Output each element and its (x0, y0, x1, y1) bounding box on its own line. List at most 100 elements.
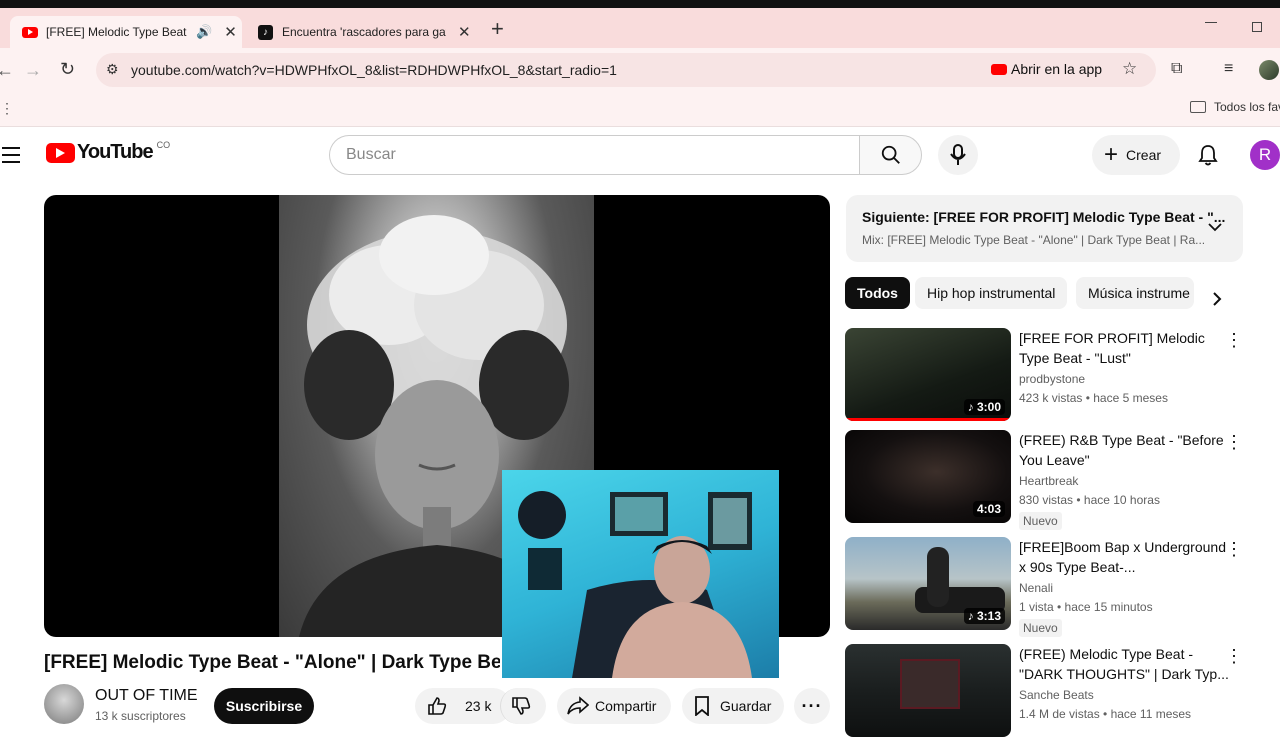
plus-icon: + (1104, 141, 1119, 168)
youtube-icon (22, 26, 38, 38)
chevron-down-icon[interactable] (1208, 219, 1222, 237)
address-bar[interactable]: ⚙ youtube.com/watch?v=HDWPHfxOL_8&list=R… (96, 53, 1156, 87)
share-button[interactable]: Compartir (557, 688, 671, 724)
recommendation-item[interactable]: 4:03 (FREE) R&B Type Beat - "Before You … (845, 430, 1245, 530)
recommendation-item[interactable]: ♪ 3:13 [FREE]Boom Bap x Underground x 90… (845, 537, 1245, 637)
tab-youtube[interactable]: [FREE] Melodic Type Beat - 🔊 ✕ (10, 16, 242, 48)
youtube-icon (991, 63, 1007, 75)
bookmark-star-icon[interactable]: ☆ (1122, 59, 1137, 79)
voice-search-button[interactable] (938, 135, 978, 175)
more-vertical-icon[interactable]: ⋮ (1225, 646, 1243, 667)
subscribe-button[interactable]: Suscribirse (214, 688, 314, 724)
speaker-icon[interactable]: 🔊 (196, 24, 212, 40)
window-top-edge (0, 0, 1280, 8)
hamburger-menu-icon[interactable] (2, 147, 20, 163)
new-badge: Nuevo (1019, 619, 1062, 637)
folder-icon (1190, 101, 1206, 113)
close-tab-icon[interactable]: ✕ (224, 23, 237, 41)
recommendation-meta: 423 k vistas • hace 5 meses (1019, 391, 1168, 405)
bookmarks-folder[interactable]: Todos los fav (1190, 100, 1280, 114)
share-icon (567, 696, 589, 715)
chevron-right-icon[interactable] (1212, 291, 1222, 312)
url-text[interactable]: youtube.com/watch?v=HDWPHfxOL_8&list=RDH… (131, 62, 617, 78)
channel-name[interactable]: OUT OF TIME (95, 687, 198, 705)
new-tab-button[interactable]: + (491, 16, 504, 42)
recommendation-item[interactable]: (FREE) Melodic Type Beat - "DARK THOUGHT… (845, 644, 1245, 744)
site-settings-icon[interactable]: ⚙ (106, 61, 119, 78)
chip-label: Todos (857, 285, 898, 301)
save-label: Guardar (720, 698, 772, 714)
recommendation-channel[interactable]: Sanche Beats (1019, 688, 1094, 702)
tiktok-icon: ♪ (258, 24, 273, 40)
recommendation-title[interactable]: (FREE) Melodic Type Beat - "DARK THOUGHT… (1019, 644, 1229, 684)
create-button[interactable]: + Crear (1092, 135, 1180, 175)
video-thumbnail[interactable] (845, 644, 1011, 737)
open-in-app-button[interactable]: Abrir en la app (991, 61, 1102, 77)
recommendation-title[interactable]: [FREE FOR PROFIT] Melodic Type Beat - "L… (1019, 328, 1229, 368)
media-control-icon[interactable]: ≡ (1224, 60, 1233, 78)
recommendation-title[interactable]: (FREE) R&B Type Beat - "Before You Leave… (1019, 430, 1229, 470)
recommendation-item[interactable]: ♪ 3:00 [FREE FOR PROFIT] Melodic Type Be… (845, 328, 1245, 428)
dislike-button[interactable] (500, 688, 546, 724)
chip-musica-instrumental[interactable]: Música instrume (1076, 277, 1194, 309)
more-actions-button[interactable]: ··· (794, 688, 830, 724)
forward-icon[interactable]: → (24, 60, 42, 81)
duration-badge: 4:03 (972, 501, 1005, 517)
notifications-bell-icon[interactable] (1196, 143, 1220, 167)
video-title: [FREE] Melodic Type Beat - "Alone" | Dar… (44, 652, 500, 673)
recommendation-channel[interactable]: Nenali (1019, 581, 1053, 595)
youtube-logo[interactable]: YouTube CO (46, 139, 171, 164)
bookmarks-bar: ⋮ Todos los fav (0, 92, 1280, 127)
create-label: Crear (1126, 147, 1162, 163)
restore-icon[interactable] (1252, 22, 1262, 32)
search-button[interactable] (859, 135, 922, 175)
chip-todos[interactable]: Todos (845, 277, 910, 309)
webcam-overlay (502, 470, 779, 678)
search-input[interactable]: Buscar (329, 135, 860, 175)
channel-avatar[interactable] (44, 684, 84, 724)
chip-label: Hip hop instrumental (927, 285, 1056, 301)
thumbs-up-icon (428, 697, 447, 715)
video-thumbnail[interactable]: ♪ 3:13 (845, 537, 1011, 630)
apps-icon[interactable]: ⋮ (0, 100, 14, 117)
webcam-scene (518, 491, 752, 678)
recommendation-channel[interactable]: Heartbreak (1019, 474, 1078, 488)
more-vertical-icon[interactable]: ⋮ (1225, 330, 1243, 351)
next-up-title: Siguiente: [FREE FOR PROFIT] Melodic Typ… (862, 209, 1226, 225)
more-vertical-icon[interactable]: ⋮ (1225, 539, 1243, 560)
duration-badge: ♪ 3:13 (963, 608, 1005, 624)
more-horizontal-icon: ··· (801, 695, 823, 716)
avatar-letter: R (1258, 145, 1272, 164)
recommendation-meta: 830 vistas • hace 10 horas (1019, 493, 1160, 507)
bookmarks-folder-label: Todos los fav (1214, 100, 1280, 114)
tab-tiktok[interactable]: ♪ Encuentra 'rascadores para gat ✕ (250, 16, 482, 48)
country-code: CO (156, 139, 171, 150)
share-label: Compartir (595, 698, 657, 714)
profile-avatar-icon[interactable] (1259, 60, 1279, 80)
account-avatar[interactable]: R (1250, 140, 1280, 170)
recommendation-channel[interactable]: prodbystone (1019, 372, 1085, 386)
open-in-app-label: Abrir en la app (1011, 61, 1103, 77)
extensions-icon[interactable]: ⧉ (1171, 60, 1182, 78)
subscriber-count: 13 k suscriptores (95, 709, 186, 723)
chip-hip-hop-instrumental[interactable]: Hip hop instrumental (915, 277, 1068, 309)
close-tab-icon[interactable]: ✕ (458, 23, 471, 41)
next-up-panel[interactable]: Siguiente: [FREE FOR PROFIT] Melodic Typ… (846, 195, 1243, 262)
video-thumbnail[interactable]: 4:03 (845, 430, 1011, 523)
youtube-play-icon (46, 142, 75, 163)
subscribe-label: Suscribirse (225, 698, 303, 714)
more-vertical-icon[interactable]: ⋮ (1225, 432, 1243, 453)
recommendation-title[interactable]: [FREE]Boom Bap x Underground x 90s Type … (1019, 537, 1229, 577)
thumbs-down-icon (512, 697, 531, 715)
tab-label: [FREE] Melodic Type Beat - (46, 25, 188, 39)
reload-icon[interactable]: ↻ (60, 59, 75, 80)
save-button[interactable]: Guardar (682, 688, 784, 724)
minimize-icon[interactable] (1205, 22, 1217, 23)
video-thumbnail[interactable]: ♪ 3:00 (845, 328, 1011, 421)
like-button[interactable]: 23 k (415, 688, 511, 724)
tab-label: Encuentra 'rascadores para gat (282, 25, 446, 39)
next-up-mix: Mix: [FREE] Melodic Type Beat - "Alone" … (862, 233, 1206, 247)
bookmark-icon (695, 696, 709, 716)
search-icon (881, 145, 900, 164)
back-icon[interactable]: ← (0, 60, 14, 81)
